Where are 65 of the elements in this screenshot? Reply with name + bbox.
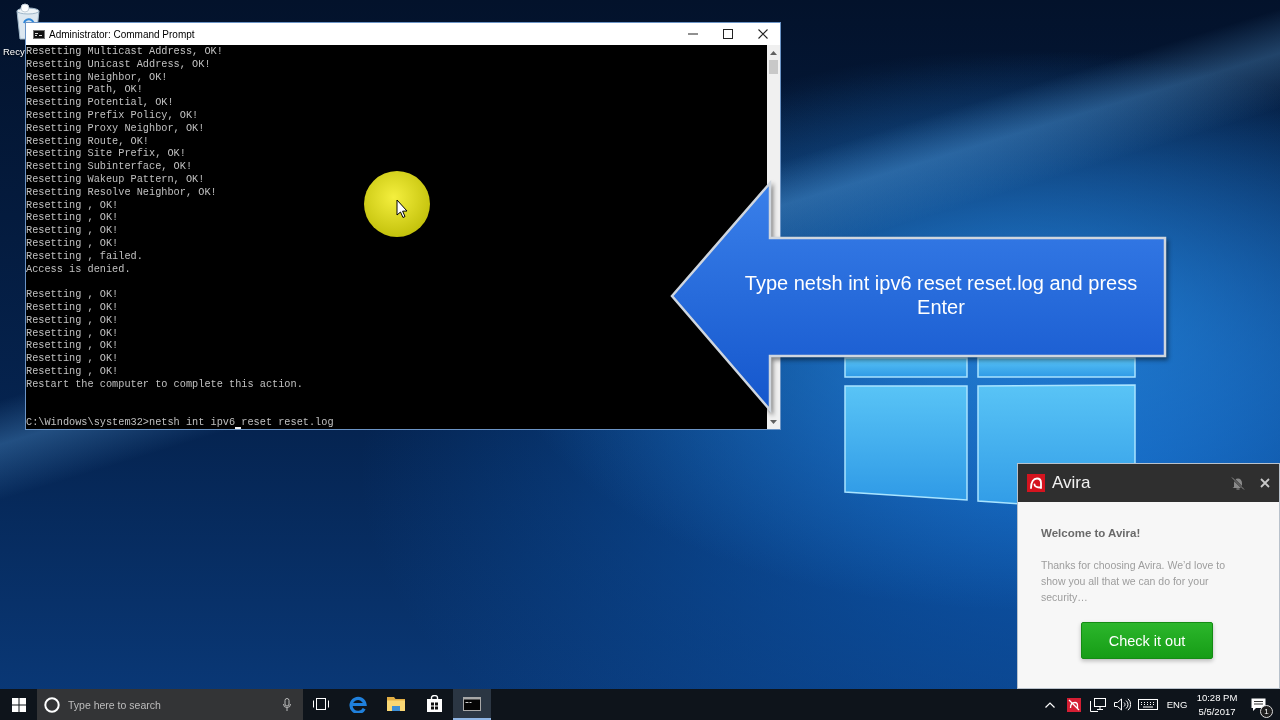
mouse-pointer-icon [363,170,431,238]
notification-count: 1 [1260,704,1273,718]
chevron-up-icon[interactable] [1045,701,1055,708]
bell-off-icon[interactable] [1231,476,1245,490]
clock-time[interactable]: 10:28 PM [1196,690,1238,705]
console-line: Resetting Subinterface, OK! [26,160,193,173]
console-line: Resetting , OK! [26,236,119,250]
start-icon[interactable] [11,697,26,712]
search-input[interactable]: Type here to search [68,698,279,711]
console-line: Resetting Proxy Neighbor, OK! [26,121,205,135]
tray-app-icon[interactable] [1067,697,1081,712]
folder-icon [387,696,405,711]
command-line: C:\Windows\system32>netsh int ipv6 reset reset.log [26,416,334,428]
keyboard-icon[interactable] [1138,699,1158,710]
console-line: Resetting Wakeup Pattern, OK! [26,172,205,186]
console-line: Resetting Multicast Address, OK! [26,45,223,58]
popup-message: Thanks for choosing Avira. We’d love to show you all that we can do for your security… [1041,558,1227,605]
scrollbar-thumb[interactable] [769,60,778,74]
notification-icon[interactable] [1251,697,1266,712]
console-line: Resetting Route, OK! [26,134,150,148]
console-line: Resetting , OK! [26,300,119,314]
task-view-icon [313,697,329,710]
close-icon[interactable] [757,29,768,39]
shopping-bag-icon [426,695,442,712]
console-line: Resetting , OK! [26,224,119,237]
popup-title: Avira [1052,473,1091,493]
console-line: Resetting , OK! [26,339,119,353]
console-line: Resetting , OK! [26,288,119,301]
clock-date[interactable]: 5/5/2017 [1198,704,1236,719]
console-line: Resetting Resolve Neighbor, OK! [26,185,217,199]
console-line: Resetting Site Prefix, OK! [26,147,186,161]
console-line: Resetting , OK! [26,352,119,365]
console-line: Resetting , OK! [26,326,119,340]
console-line: Resetting , OK! [26,364,119,378]
network-icon[interactable] [1090,697,1106,712]
terminal-icon [33,29,45,39]
desktop-icon-label[interactable]: Recy [3,46,25,58]
language-indicator[interactable]: ENG [1164,699,1190,710]
popup-heading: Welcome to Avira! [1041,526,1141,540]
window-title: Administrator: Command Prompt [49,28,195,40]
taskbar-button[interactable] [453,689,491,720]
console-line: Resetting Potential, OK! [26,96,174,109]
console-line: Resetting Path, OK! [26,83,143,97]
speaker-icon[interactable] [1113,698,1131,711]
console-line: Resetting , OK! [26,211,119,225]
console-line: Resetting Prefix Policy, OK! [26,109,199,122]
console-line: Resetting , failed. [26,249,143,263]
console-line: Resetting Unicast Address, OK! [26,57,211,71]
search-bar[interactable]: Type here to search [37,689,303,720]
console-line: Resetting Neighbor, OK! [26,70,168,84]
console-line: Restart the computer to complete this action. [26,377,303,391]
text-cursor-icon [235,427,242,429]
logo-icon [1027,474,1045,492]
terminal-icon [463,696,481,711]
console-line: Resetting , OK! [26,198,119,212]
minimize-icon[interactable] [687,33,698,35]
browser-icon [349,694,367,713]
caret-down-icon[interactable] [770,420,777,424]
caret-up-icon[interactable] [770,51,777,55]
console-line: Access is denied. [26,262,131,276]
ring-icon [44,696,60,713]
callout-text: Type netsh int ipv6 reset reset.log and press Enter [743,271,1139,319]
console-line: Resetting , OK! [26,313,119,327]
maximize-icon[interactable] [722,29,733,39]
microphone-icon[interactable] [283,698,291,711]
